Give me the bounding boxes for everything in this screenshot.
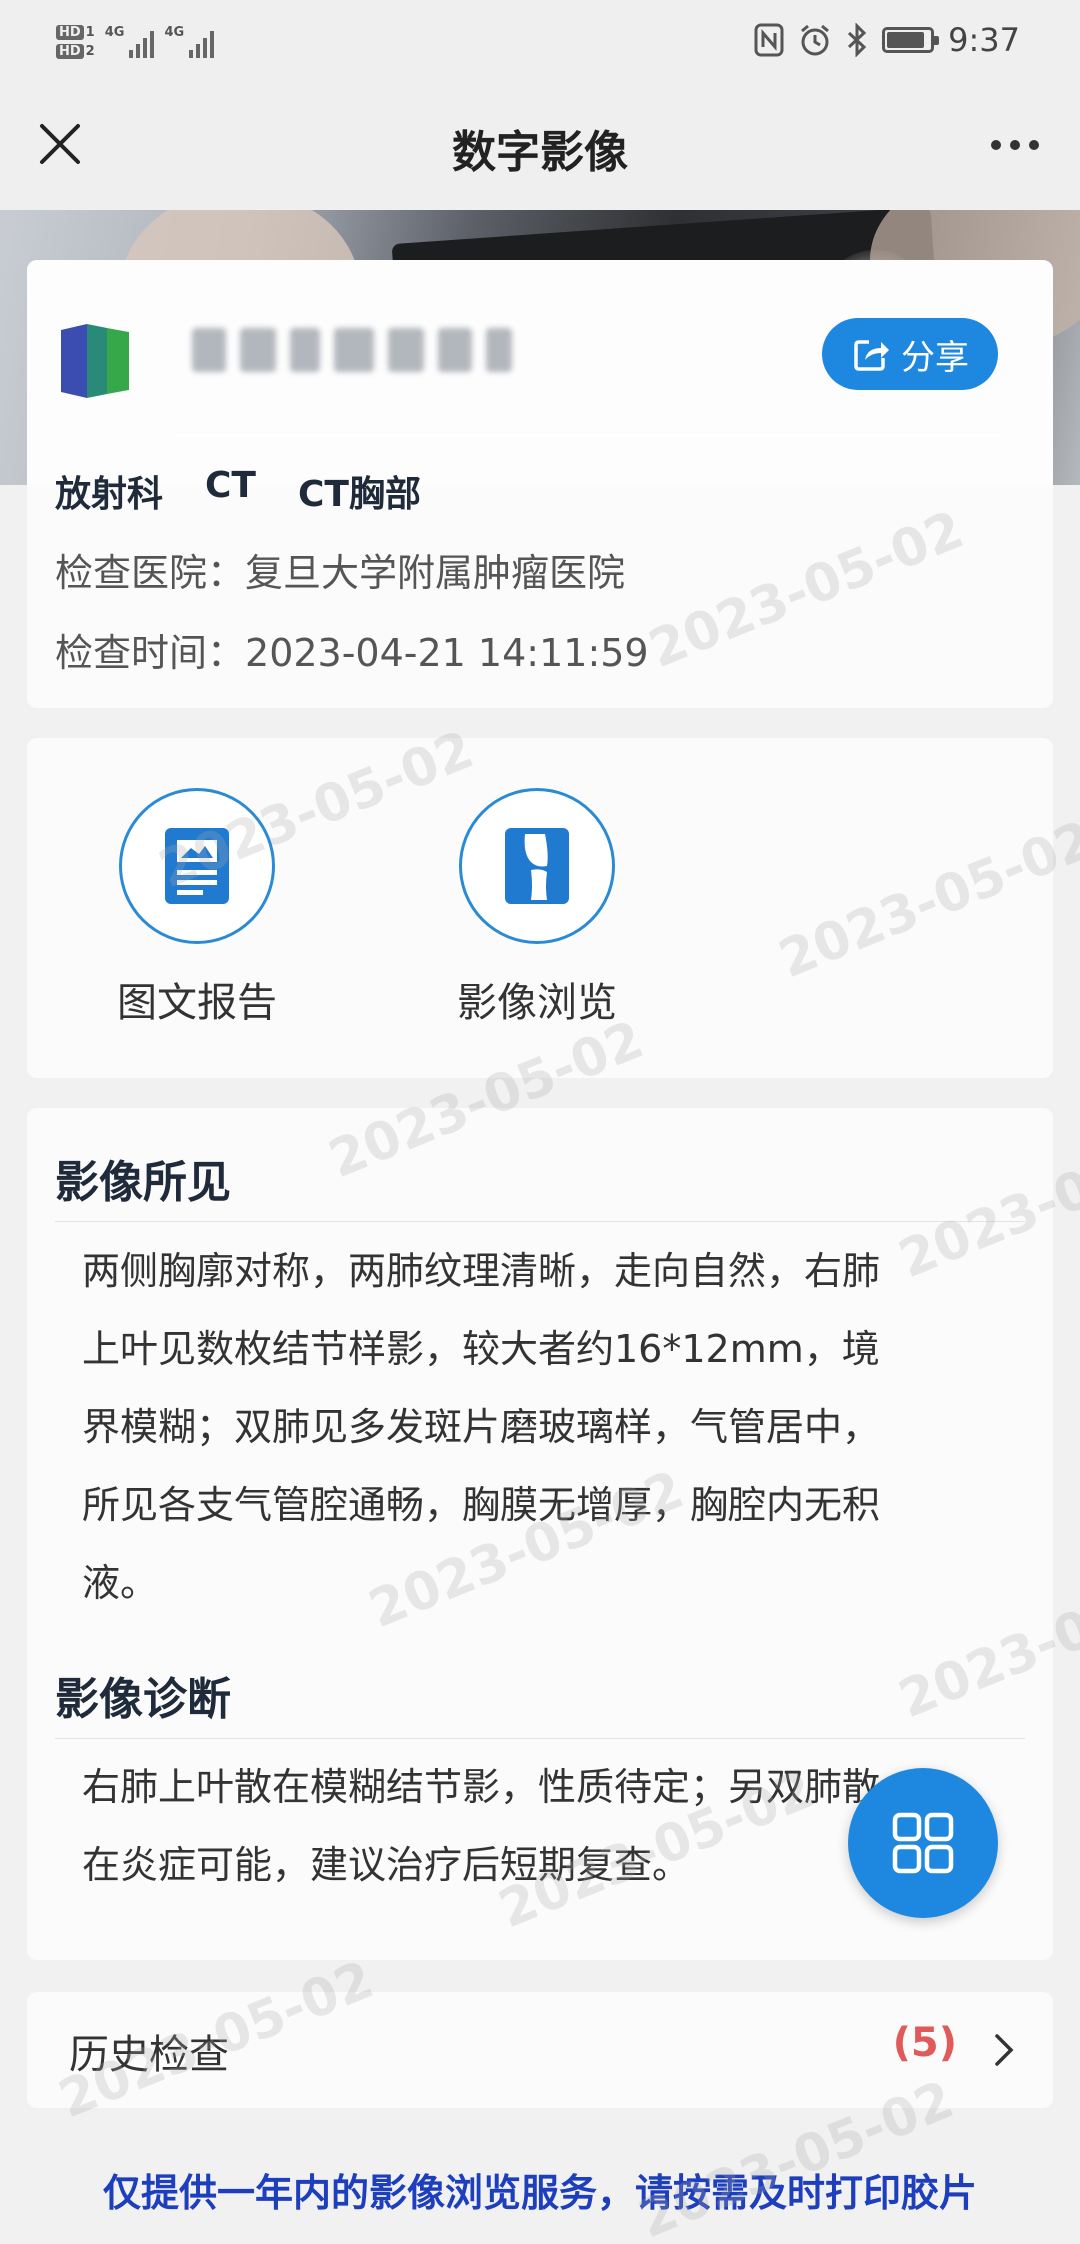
body-part: CT胸部 [298, 474, 421, 515]
exam-type: 放射科 CT CT胸部 [55, 465, 421, 517]
image-browse-action[interactable]: 影像浏览 [427, 788, 647, 1028]
battery-icon [882, 27, 940, 53]
status-right: 9:37 [754, 14, 1020, 66]
bluetooth-icon [848, 23, 867, 57]
exam-info-card: 分享 放射科 CT CT胸部 检查医院：复旦大学附属肿瘤医院 检查时间：2023… [27, 260, 1053, 708]
page-title: 数字影像 [452, 127, 628, 178]
chevron-right-icon [995, 2034, 1014, 2066]
status-bar: HD 1 HD 2 4G 4G 9:37 [0, 0, 1080, 80]
service-notice: 仅提供一年内的影像浏览服务，请按需及时打印胶片 [102, 2171, 977, 2215]
hd-indicators: HD 1 HD 2 [56, 25, 95, 59]
exam-time-info: 检查时间：2023-04-21 14:11:59 [55, 631, 649, 675]
more-dots-icon[interactable] [980, 120, 1050, 170]
screen: HD 1 HD 2 4G 4G 9:37 数字影像 分享 放射科 CT CT胸部… [0, 0, 1080, 2244]
actions-card: 图文报告 影像浏览 [27, 738, 1053, 1078]
alarm-icon [801, 24, 830, 56]
xray-icon [505, 828, 569, 904]
history-count: (5) [892, 2020, 957, 2066]
signal-2-icon: 4G [164, 25, 215, 58]
diagnosis-title: 影像诊断 [55, 1674, 231, 1725]
report-icon [165, 828, 229, 904]
nav-bar: 数字影像 [0, 80, 1080, 210]
hd1-indicator: HD 1 [56, 25, 95, 40]
menu-fab-button[interactable] [848, 1768, 998, 1918]
findings-text: 两侧胸廓对称，两肺纹理清晰，走向自然，右肺 上叶见数枚结节样影，较大者约16*1… [82, 1249, 881, 1605]
department: 放射科 [55, 474, 164, 515]
patient-name-redacted [192, 328, 512, 372]
hd2-indicator: HD 2 [56, 44, 95, 59]
signal-1-icon: 4G [105, 25, 155, 58]
findings-title: 影像所见 [55, 1157, 231, 1208]
grid-icon [892, 1812, 954, 1874]
report-action[interactable]: 图文报告 [87, 788, 307, 1028]
share-icon [854, 340, 889, 371]
status-left: HD 1 HD 2 4G 4G [56, 12, 215, 72]
nfc-icon [754, 23, 784, 57]
history-label: 历史检查 [69, 2032, 229, 2078]
history-row[interactable]: 历史检查 (5) [27, 1992, 1053, 2108]
modality: CT [205, 465, 256, 506]
share-button[interactable]: 分享 [822, 318, 998, 390]
hospital-logo [61, 324, 129, 398]
clock: 9:37 [948, 21, 1020, 59]
hospital-info: 检查医院：复旦大学附属肿瘤医院 [55, 551, 626, 595]
